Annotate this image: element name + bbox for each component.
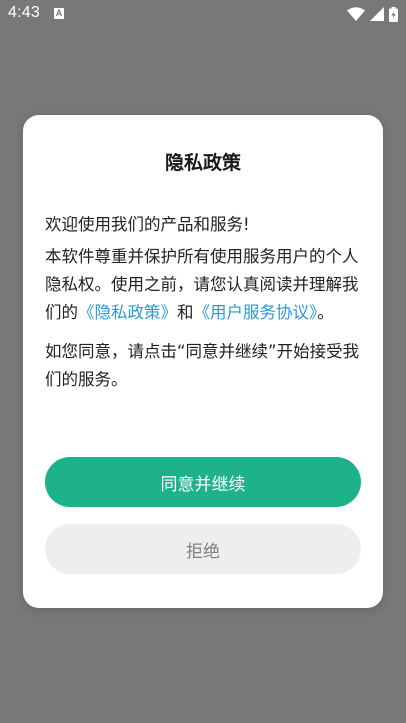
status-bar: 4:43 A	[0, 0, 406, 28]
battery-icon	[389, 6, 398, 22]
dialog-title: 隐私政策	[164, 152, 241, 174]
dialog-body: 欢迎使用我们的产品和服务! 本软件尊重并保护所有使用服务用户的个人隐私权。使用之…	[45, 211, 363, 394]
greeting-text: 欢迎使用我们的产品和服务!	[45, 215, 250, 234]
signal-icon	[370, 7, 384, 21]
consent-text: 如您同意，请点击“同意并继续”开始接受我们的服务。	[45, 342, 360, 389]
privacy-dialog: 隐私政策 欢迎使用我们的产品和服务! 本软件尊重并保护所有使用服务用户的个人隐私…	[23, 115, 383, 608]
policy-paragraph: 本软件尊重并保护所有使用服务用户的个人隐私权。使用之前，请您认真阅读并理解我们的…	[45, 243, 363, 327]
user-agreement-link[interactable]: 《用户服务协议》	[194, 303, 318, 322]
agree-continue-button[interactable]: 同意并继续	[45, 457, 361, 507]
status-time: 4:43	[8, 4, 40, 21]
privacy-policy-link[interactable]: 《隐私政策》	[78, 303, 177, 322]
notification-a-icon: A	[54, 8, 64, 19]
and-text: 和	[177, 303, 194, 322]
wifi-icon	[347, 7, 365, 21]
status-icons	[347, 6, 398, 22]
period-text: 。	[317, 303, 334, 322]
reject-button[interactable]: 拒绝	[45, 524, 361, 574]
